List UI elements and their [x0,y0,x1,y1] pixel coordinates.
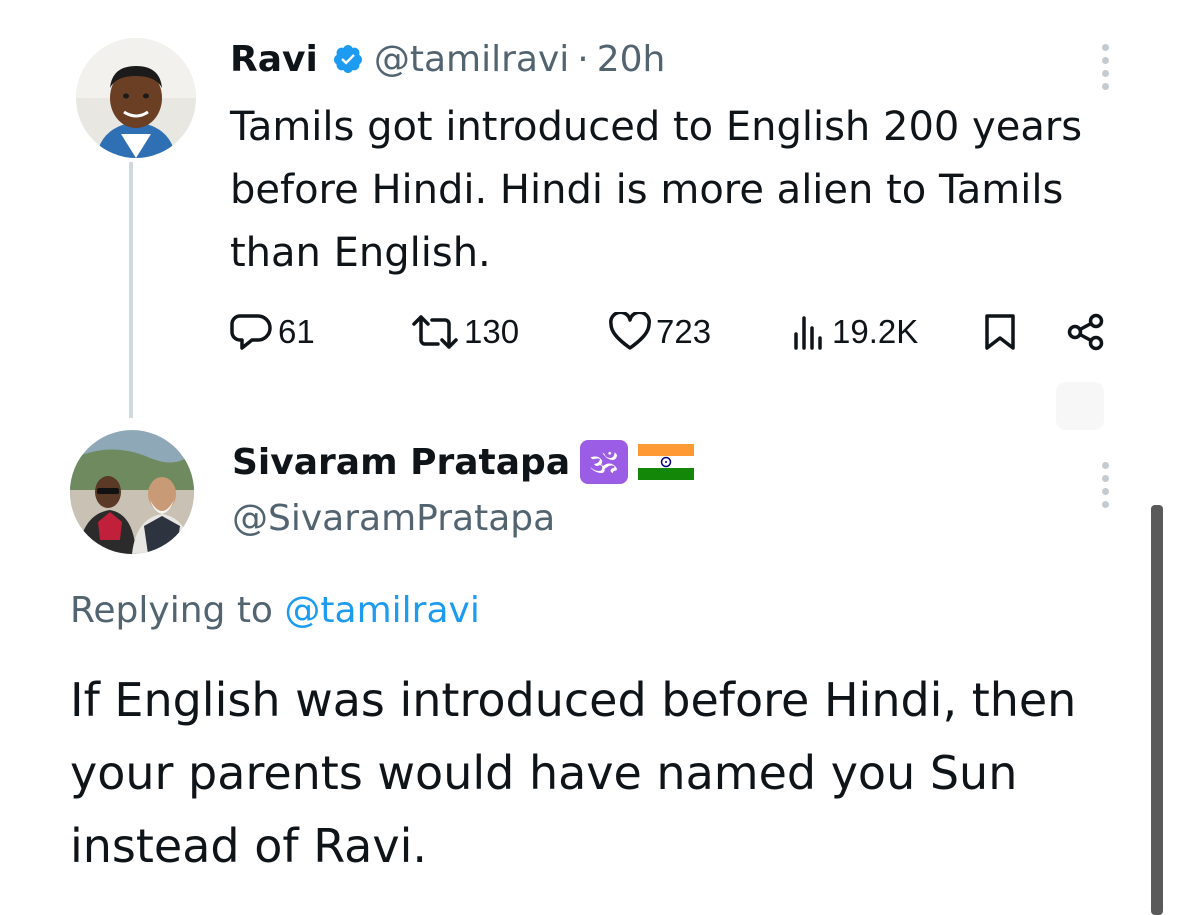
retweet-button[interactable]: 130 [410,312,519,352]
avatar-ravi[interactable] [76,38,196,158]
bookmark-icon [982,312,1018,352]
faint-overlay-icon [1056,382,1104,430]
like-count: 723 [656,313,712,350]
author-handle[interactable]: @tamilravi [374,39,569,80]
share-button[interactable] [1065,312,1107,352]
more-vertical-icon[interactable] [1101,462,1109,508]
reply-author-name[interactable]: Sivaram Pratapa [232,442,570,483]
thread-connector-line [129,162,133,418]
reply-icon [230,312,274,352]
scrollbar[interactable] [1151,505,1163,915]
retweet-count: 130 [464,313,520,350]
reply-text: If English was introduced before Hindi, … [70,673,1077,873]
like-button[interactable]: 723 [608,312,711,352]
author-name[interactable]: Ravi [230,39,318,80]
tweet-thread: Ravi @tamilravi · 20h Tamils got introdu… [0,0,1200,915]
views-button[interactable]: 19.2K [788,312,918,352]
retweet-icon [410,312,460,352]
tweet-text: Tamils got introduced to English 200 yea… [230,104,1083,276]
reply-button[interactable]: 61 [230,312,315,352]
heart-icon [608,312,652,352]
views-icon [788,312,828,352]
reply-author-name-row: Sivaram Pratapa 🕉 [232,440,695,484]
tweet-header: Ravi @tamilravi · 20h [230,34,665,84]
views-count: 19.2K [832,313,919,350]
reply-count: 61 [278,313,315,350]
avatar-sivaram[interactable] [70,430,194,554]
header-separator: · [577,38,589,80]
india-flag-icon [638,442,695,482]
reply-author-handle[interactable]: @SivaramPratapa [232,498,555,539]
more-vertical-icon[interactable] [1101,44,1109,90]
verified-badge-icon [332,43,364,75]
replying-prefix: Replying to [70,590,273,631]
replying-to-line: Replying to @tamilravi [70,590,480,631]
bookmark-button[interactable] [982,312,1018,352]
replying-to-mention[interactable]: @tamilravi [284,590,479,631]
share-icon [1065,312,1107,352]
tweet-timestamp[interactable]: 20h [597,39,666,80]
om-emoji-icon: 🕉 [580,440,629,484]
